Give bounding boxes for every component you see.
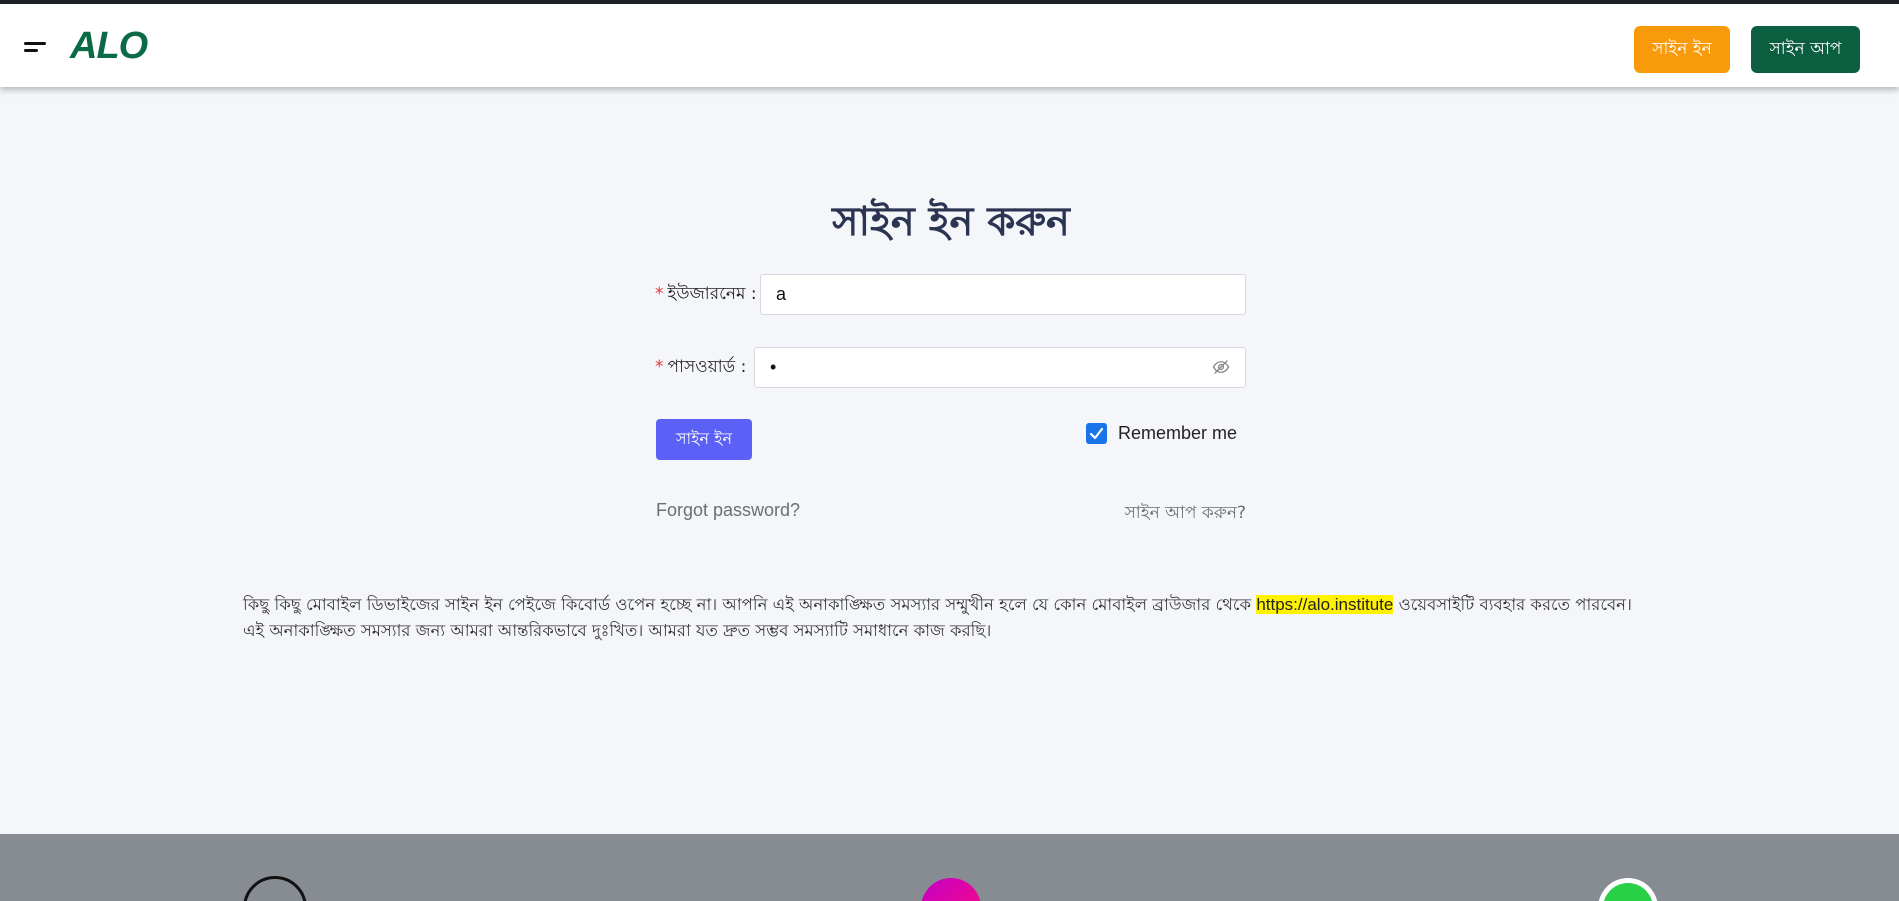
hamburger-menu-icon[interactable]	[24, 42, 48, 54]
page-title: সাইন ইন করুন	[832, 199, 1070, 245]
header: ALO সাইন ইন সাইন আপ	[0, 4, 1899, 87]
threads-icon[interactable]	[243, 876, 307, 901]
signin-submit-button[interactable]: সাইন ইন	[656, 419, 752, 460]
whatsapp-icon[interactable]	[1598, 878, 1658, 901]
forgot-password-link[interactable]: Forgot password?	[656, 500, 800, 521]
signup-link[interactable]: সাইন আপ করুন?	[1060, 500, 1246, 528]
keyboard-notice: কিছু কিছু মোবাইল ডিভাইজের সাইন ইন পেইজে …	[243, 595, 1632, 640]
header-signin-button[interactable]: সাইন ইন	[1634, 26, 1730, 73]
remember-me-checkbox[interactable]	[1086, 423, 1107, 444]
messenger-icon[interactable]	[921, 878, 981, 901]
password-label: * পাসওয়ার্ড :	[655, 357, 747, 377]
website-link[interactable]: https://alo.institute	[1256, 595, 1394, 614]
eye-invisible-icon[interactable]	[1212, 358, 1230, 376]
password-input[interactable]: •	[754, 347, 1246, 388]
remember-me-label[interactable]: Remember me	[1118, 423, 1237, 444]
check-icon	[1089, 427, 1104, 440]
logo[interactable]: ALO	[70, 22, 148, 70]
required-mark: *	[655, 357, 664, 377]
required-mark: *	[655, 284, 664, 304]
footer	[0, 834, 1899, 901]
username-label: * ইউজারনেম :	[655, 284, 757, 304]
username-input[interactable]: a	[760, 274, 1246, 315]
header-signup-button[interactable]: সাইন আপ	[1751, 26, 1860, 73]
